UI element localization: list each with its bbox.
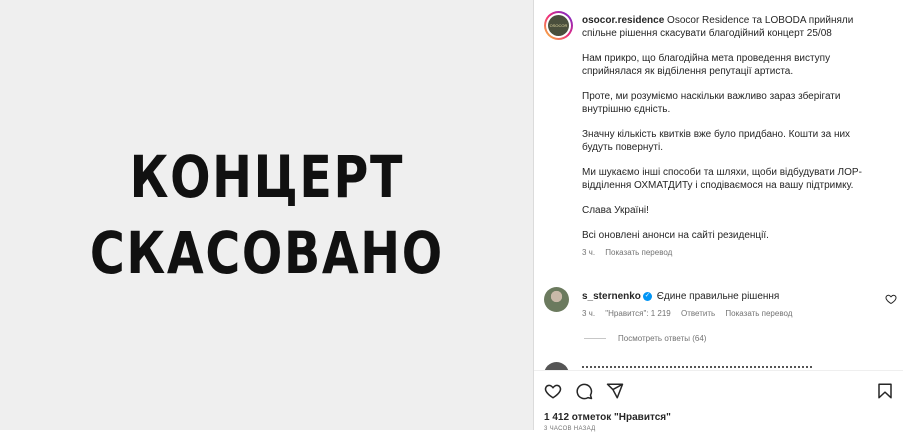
caption-paragraph: Значну кількість квитків вже було придба… bbox=[582, 129, 851, 153]
post-sidebar: OSOCOR osocor.residence Osocor Residence… bbox=[533, 0, 903, 432]
comment-reply-link[interactable]: Ответить bbox=[681, 309, 715, 318]
caption-paragraph: Слава Україні! bbox=[582, 205, 649, 216]
view-replies-divider bbox=[584, 338, 606, 339]
author-avatar[interactable]: OSOCOR bbox=[544, 11, 573, 40]
comment-likes[interactable]: "Нравится": 1 219 bbox=[605, 309, 670, 318]
caption-paragraph: Нам прикро, що благодійна мета проведенн… bbox=[582, 53, 831, 77]
caption-paragraph: Проте, ми розуміємо наскільки важливо за… bbox=[582, 91, 841, 115]
action-bar: 1 412 отметок "Нравится" 3 ЧАСОВ НАЗАД bbox=[534, 370, 903, 432]
bookmark-icon[interactable] bbox=[876, 382, 894, 400]
post-image-text: КОНЦЕРТ СКАСОВАНО bbox=[51, 139, 483, 291]
author-avatar-logo: OSOCOR bbox=[548, 15, 569, 36]
post-time: 3 ЧАСОВ НАЗАД bbox=[544, 426, 596, 432]
caption-time[interactable]: 3 ч. bbox=[582, 248, 595, 257]
next-comment-avatar[interactable] bbox=[544, 362, 569, 370]
caption-meta: 3 ч. Показать перевод bbox=[582, 246, 882, 259]
likes-count[interactable]: 1 412 отметок "Нравится" bbox=[544, 412, 671, 423]
view-replies-button[interactable]: Посмотреть ответы (64) bbox=[584, 334, 706, 343]
author-username[interactable]: osocor.residence bbox=[582, 15, 664, 26]
comment-like-heart-icon[interactable] bbox=[885, 293, 897, 305]
comment-text: Єдине правильне рішення bbox=[656, 291, 780, 302]
post-caption: osocor.residence Osocor Residence та LOB… bbox=[582, 14, 882, 259]
caption-paragraph: Ми шукаємо інші способи та шляхи, щоби в… bbox=[582, 167, 862, 191]
share-icon[interactable] bbox=[606, 382, 624, 400]
comments-scroll-area[interactable]: OSOCOR osocor.residence Osocor Residence… bbox=[534, 0, 903, 370]
caption-paragraph: Всі оновлені анонси на сайті резиденції. bbox=[582, 230, 769, 241]
post-image-line-1: КОНЦЕРТ bbox=[129, 143, 404, 211]
verified-icon: ✓ bbox=[642, 291, 652, 301]
commenter-avatar[interactable] bbox=[544, 287, 569, 312]
comment-time[interactable]: 3 ч. bbox=[582, 309, 595, 318]
comment-translate-link[interactable]: Показать перевод bbox=[725, 309, 792, 318]
comment-icon[interactable] bbox=[575, 382, 593, 400]
caption-translate-link[interactable]: Показать перевод bbox=[605, 248, 672, 257]
comment-meta: 3 ч. "Нравится": 1 219 Ответить Показать… bbox=[582, 307, 882, 320]
heart-icon[interactable] bbox=[544, 382, 562, 400]
view-replies-label: Посмотреть ответы (64) bbox=[618, 334, 707, 343]
commenter-username[interactable]: s_sternenko bbox=[582, 291, 641, 302]
post-image[interactable]: КОНЦЕРТ СКАСОВАНО bbox=[0, 0, 533, 430]
post-image-line-2: СКАСОВАНО bbox=[89, 219, 444, 287]
